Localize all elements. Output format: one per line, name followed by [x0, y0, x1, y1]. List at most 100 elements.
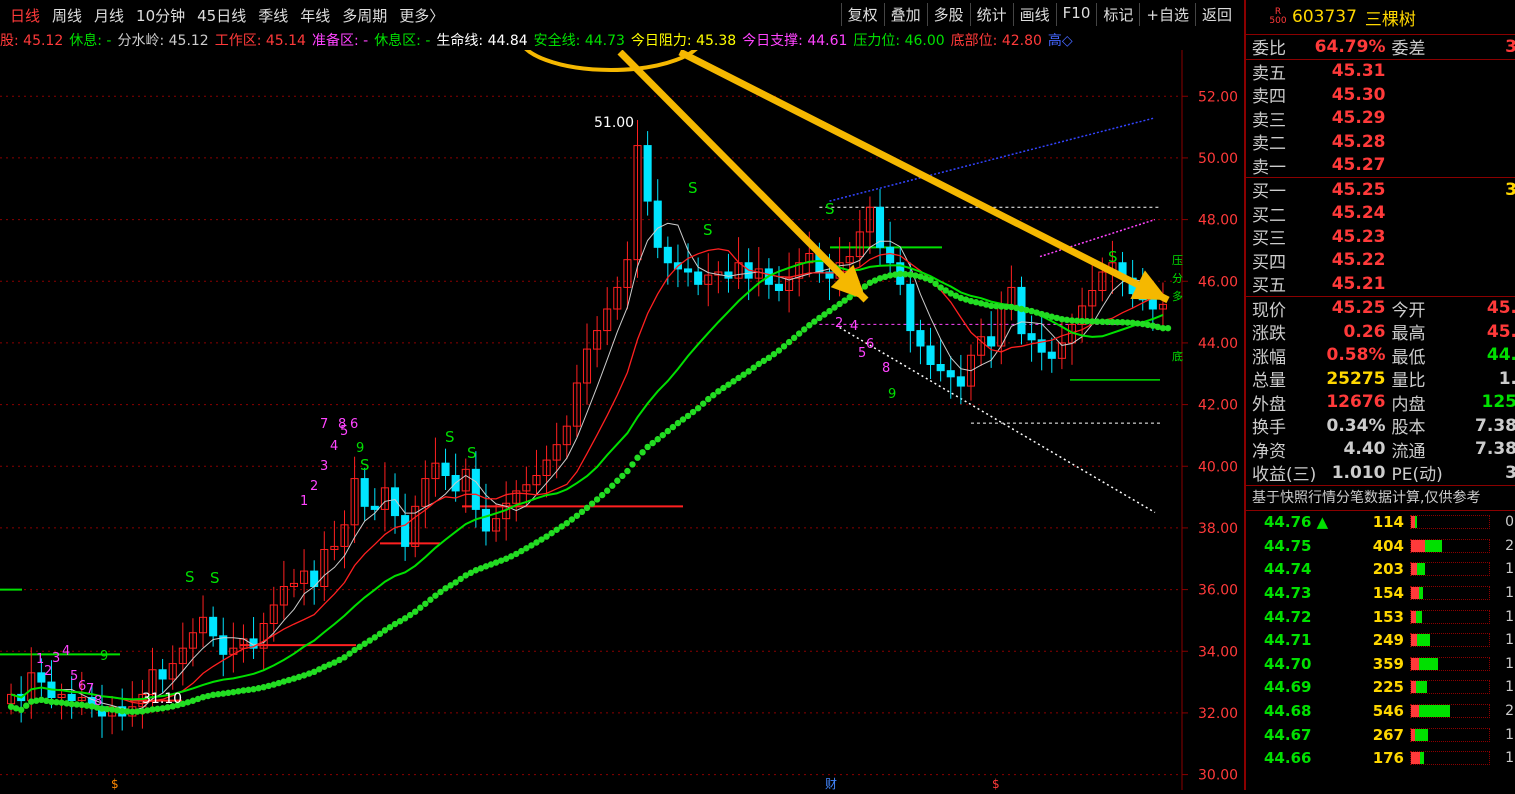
candle-down: [774, 283, 784, 291]
kline-chart-canvas[interactable]: 52.00 50.00 48.00 46.00 44.00 42.00 40.00 38.00…: [0, 0, 1244, 791]
count-label: 3: [52, 651, 60, 666]
rank-badge: R 500: [1269, 7, 1287, 26]
lower-trend-line: [839, 326, 1156, 514]
buy-row[interactable]: 买四 45.22: [1246, 249, 1515, 273]
stat-row[interactable]: 总量25275量比1.: [1246, 367, 1515, 392]
count-label: 8: [338, 417, 346, 432]
tick-row: 44.73 154 1: [1264, 584, 1514, 603]
stat-row[interactable]: 涨幅 0.58% 最低 44.: [1246, 344, 1515, 368]
sell-row[interactable]: 卖一 45.27: [1246, 154, 1515, 178]
tab-quarterly[interactable]: 季线: [258, 5, 288, 26]
life-line-dot: [593, 496, 601, 503]
sell-row[interactable]: 卖五 45.31: [1246, 60, 1515, 84]
candle-down: [987, 336, 996, 347]
event-marker: $: [111, 777, 119, 790]
tab-multi-period[interactable]: 多周期: [342, 5, 387, 26]
y-tick-label: 36.00: [1198, 583, 1238, 599]
tab-yearly[interactable]: 年线: [300, 5, 330, 26]
chart-toolbar: 日线 周线 月线 10分钟 45日线 季线 年线 多周期 更多〉 复权 叠加 多…: [0, 0, 1244, 30]
life-line-dot: [619, 472, 626, 480]
life-line-dot: [583, 504, 591, 512]
sell-orders: 卖五 45.31 卖四 45.30 卖三 45.29 卖二 45.28 卖一 45.27: [1246, 60, 1515, 178]
candle-down: [481, 508, 490, 532]
indicator-3: 工作区: 45.14: [214, 33, 306, 49]
restore-rights-button[interactable]: 复权: [840, 3, 884, 26]
mark-button[interactable]: 标记: [1096, 3, 1139, 26]
tab-daily[interactable]: 日线: [10, 5, 40, 26]
right-tag: 底: [1172, 349, 1183, 363]
tab-10min[interactable]: 10分钟: [136, 5, 185, 26]
indicator-9: 今日支撑: 44.61: [742, 33, 848, 49]
buy-row[interactable]: 买五 45.21: [1246, 272, 1515, 297]
indicator-11: 底部位: 42.80: [950, 33, 1042, 49]
count-label: 8: [882, 361, 890, 376]
candle-down: [390, 487, 400, 517]
add-watchlist-button[interactable]: +自选: [1139, 3, 1195, 26]
life-line-dot: [634, 454, 641, 461]
candle-down: [401, 515, 410, 547]
tab-weekly[interactable]: 周线: [52, 5, 82, 26]
tab-monthly[interactable]: 月线: [94, 5, 124, 26]
count-label: 2: [44, 664, 52, 679]
stat-row[interactable]: 涨跌 0.26 最高 45.: [1246, 320, 1515, 345]
indicator-2: 分水岭: 45.12: [117, 33, 209, 49]
stat-row[interactable]: 收益(三) 1.010 PE(动) 3: [1246, 461, 1515, 486]
life-line-dot: [17, 706, 25, 714]
count-label: 1: [300, 494, 308, 509]
chart-tools: 复权 叠加 多股 统计 画线 F10 标记 +自选 返回: [840, 3, 1238, 26]
tick-row: 44.75 404 2: [1264, 536, 1514, 555]
candle-down: [926, 345, 935, 365]
life-line-dot: [417, 604, 424, 611]
count-label: 9: [100, 649, 108, 664]
back-button[interactable]: 返回: [1194, 3, 1238, 26]
y-tick-label: 44.00: [1198, 336, 1238, 352]
tick-row: 44.68 546 2: [1264, 702, 1514, 721]
high-price-label: 51.00: [594, 115, 634, 131]
quote-panel: R 500 603737 三棵树 委比 64.79% 委差 3 卖五 45.31 卖四…: [1244, 0, 1515, 790]
count-label: 9: [888, 387, 896, 402]
stat-row[interactable]: 外盘 12676 内盘 125: [1246, 391, 1515, 415]
stock-name: 三棵树: [1364, 9, 1416, 30]
indicator-6: 生命线: 44.84: [436, 33, 528, 49]
stat-row[interactable]: 换手 0.34% 股本 7.38: [1246, 414, 1515, 439]
buy-row[interactable]: 买一 45.25 3: [1246, 178, 1515, 203]
life-line-dot: [573, 512, 581, 519]
candle-down: [936, 364, 945, 372]
ma5-line: [10, 222, 1164, 712]
life-line-dot: [609, 482, 616, 489]
y-tick-label: 50.00: [1198, 151, 1238, 167]
statistics-button[interactable]: 统计: [969, 3, 1013, 26]
tab-45day[interactable]: 45日线: [197, 5, 246, 26]
count-label: 2: [835, 316, 843, 331]
tab-more[interactable]: 更多〉: [399, 5, 444, 26]
stat-row[interactable]: 现价 45.25 今开 45.: [1246, 297, 1515, 321]
candle-down: [946, 370, 955, 378]
life-line-dot: [705, 395, 712, 403]
sell-row[interactable]: 卖三 45.29: [1246, 107, 1515, 131]
multi-stock-button[interactable]: 多股: [926, 3, 970, 26]
y-tick-label: 32.00: [1198, 706, 1238, 722]
sell-row[interactable]: 卖四 45.30: [1246, 83, 1515, 108]
stock-code: 603737: [1292, 7, 1357, 27]
sell-row[interactable]: 卖二 45.28: [1246, 130, 1515, 155]
annotation-ellipse: [517, 0, 705, 72]
candle-down: [360, 478, 369, 507]
kline-chart[interactable]: 52.00 50.00 48.00 46.00 44.00 42.00 40.00 38.00…: [0, 0, 1244, 791]
signal-s-label: S: [185, 568, 195, 586]
candle-down: [1027, 333, 1036, 341]
indicator-12: 高◇: [1047, 33, 1073, 49]
buy-row[interactable]: 买二 45.24: [1246, 202, 1515, 226]
quote-stats: 现价 45.25 今开 45. 涨跌 0.26 最高 45. 涨幅 0.58% 最低 44. 总量 252…: [1246, 297, 1515, 486]
life-line-dot: [710, 392, 717, 399]
draw-line-button[interactable]: 画线: [1012, 3, 1056, 26]
life-line-dot: [694, 404, 702, 412]
life-line-dot: [659, 431, 666, 439]
tick-row: 44.69 225 1: [1264, 678, 1514, 697]
stat-row[interactable]: 净资 4.40 流通 7.38: [1246, 438, 1515, 462]
life-line-dot: [604, 487, 611, 494]
life-line-dot: [700, 400, 707, 407]
f10-button[interactable]: F10: [1055, 3, 1097, 26]
overlay-button[interactable]: 叠加: [883, 3, 927, 26]
signal-s-label: S: [825, 200, 835, 218]
buy-row[interactable]: 买三 45.23: [1246, 225, 1515, 250]
